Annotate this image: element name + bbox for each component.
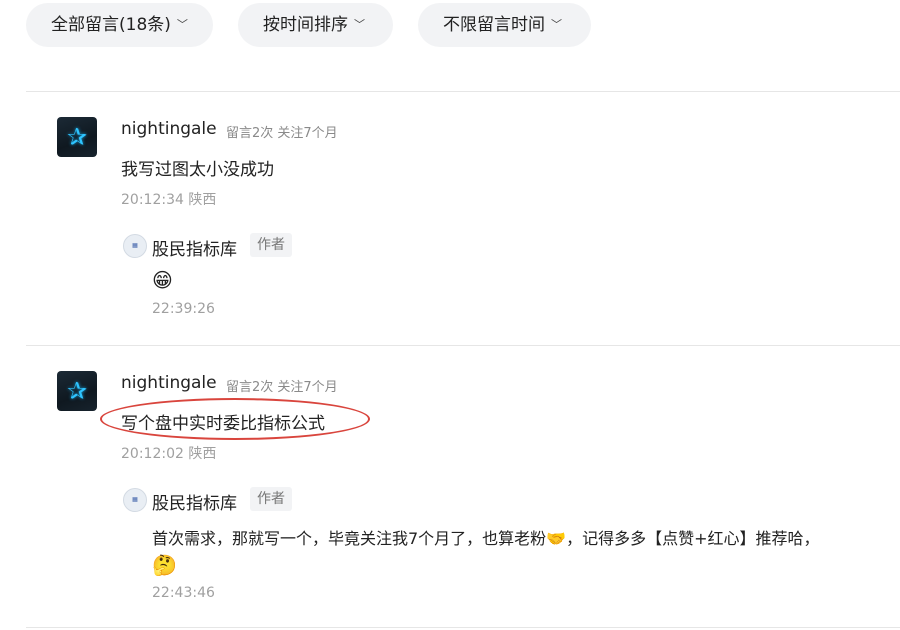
divider (26, 91, 900, 92)
filter-bar: 全部留言(18条) ﹀ 按时间排序 ﹀ 不限留言时间 ﹀ (26, 3, 616, 47)
author-badge: 作者 (250, 233, 292, 257)
reply-time: 22:43:46 (152, 585, 215, 601)
reply-author-name[interactable]: 股民指标库 (152, 235, 237, 260)
reply-time: 22:39:26 (152, 301, 215, 317)
comment-text: 我写过图太小没成功 (121, 160, 274, 180)
time-range-label: 不限留言时间 (443, 15, 545, 35)
all-comments-label: 全部留言(18条) (51, 15, 171, 35)
divider (26, 627, 900, 628)
comment-user-meta: 留言2次 关注7个月 (226, 380, 338, 395)
grin-emoji-icon: 😁 (152, 268, 173, 292)
chevron-down-icon: ﹀ (354, 18, 365, 31)
comment-time: 20:12:02 陕西 (121, 446, 217, 462)
star-icon: ✰ (66, 123, 88, 151)
chevron-down-icon: ﹀ (551, 18, 562, 31)
sort-by-time-label: 按时间排序 (263, 15, 348, 35)
reply-author-name[interactable]: 股民指标库 (152, 489, 237, 514)
thinking-emoji-icon: 🤔 (152, 553, 177, 577)
reply-avatar[interactable]: ▦ (123, 234, 147, 258)
comment-username[interactable]: nightingale (121, 373, 217, 393)
logo-icon: ▦ (132, 496, 138, 503)
comment-user-meta: 留言2次 关注7个月 (226, 126, 338, 141)
sort-by-time-filter[interactable]: 按时间排序 ﹀ (238, 3, 393, 47)
time-range-filter[interactable]: 不限留言时间 ﹀ (418, 3, 591, 47)
avatar[interactable]: ✰ (57, 117, 97, 157)
star-icon: ✰ (66, 377, 88, 405)
comment-time: 20:12:34 陕西 (121, 192, 217, 208)
reply-avatar[interactable]: ▦ (123, 488, 147, 512)
highlight-ellipse (100, 398, 370, 440)
reply-text: 首次需求，那就写一个，毕竟关注我7个月了，也算老粉🤝，记得多多【点赞+红心】推荐… (152, 529, 820, 548)
avatar[interactable]: ✰ (57, 371, 97, 411)
chevron-down-icon: ﹀ (176, 18, 188, 31)
author-badge: 作者 (250, 487, 292, 511)
comment-username[interactable]: nightingale (121, 119, 217, 139)
all-comments-filter[interactable]: 全部留言(18条) ﹀ (26, 3, 213, 47)
divider (26, 345, 900, 346)
logo-icon: ▦ (132, 242, 138, 249)
